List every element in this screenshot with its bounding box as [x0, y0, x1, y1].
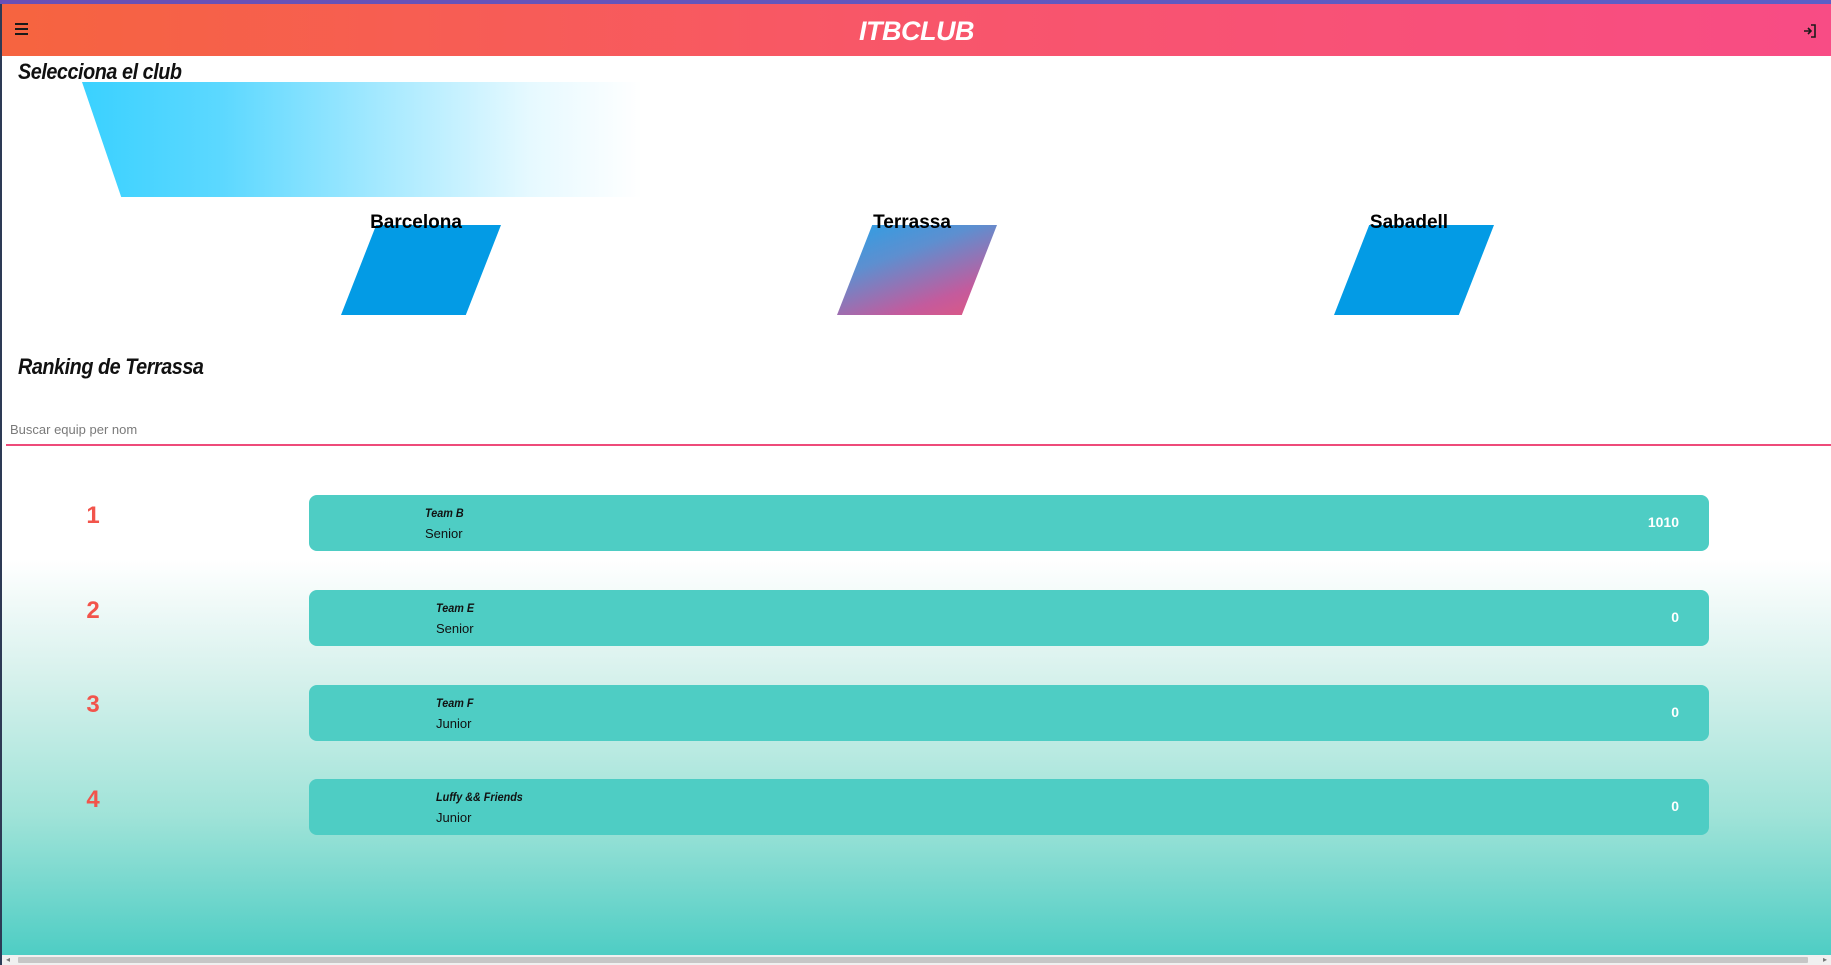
club-shape: [341, 225, 501, 315]
team-score: 0: [1671, 609, 1679, 625]
team-score: 0: [1671, 704, 1679, 720]
sign-in-icon[interactable]: [1803, 24, 1819, 38]
rank-number: 2: [86, 597, 100, 624]
club-terrassa[interactable]: Terrassa: [827, 212, 997, 322]
team-name: Team E: [436, 601, 475, 615]
decorative-banner: [82, 82, 642, 197]
club-barcelona[interactable]: Barcelona: [331, 212, 501, 322]
team-card[interactable]: Team F Junior 0: [309, 685, 1709, 741]
team-category: Senior: [425, 526, 463, 541]
team-name: Team B: [425, 506, 464, 520]
rank-number: 4: [86, 786, 100, 813]
search-field: [6, 414, 1831, 446]
club-label: Terrassa: [873, 212, 951, 233]
team-score: 0: [1671, 798, 1679, 814]
club-shape: [1334, 225, 1494, 315]
select-club-title: Selecciona el club: [18, 59, 182, 84]
horizontal-scrollbar[interactable]: ◂ ▸: [2, 955, 1831, 965]
scroll-left-icon[interactable]: ◂: [6, 956, 10, 964]
scroll-right-icon[interactable]: ▸: [1823, 956, 1827, 964]
app-header: ITBCLUB: [2, 4, 1831, 56]
team-card[interactable]: Team B Senior 1010: [309, 495, 1709, 551]
team-category: Junior: [436, 716, 472, 731]
club-label: Sabadell: [1369, 212, 1449, 233]
ranking-title: Ranking de Terrassa: [18, 354, 204, 379]
scrollbar-thumb[interactable]: [18, 957, 1808, 963]
team-name: Team F: [436, 696, 474, 710]
team-category: Junior: [436, 810, 472, 825]
rank-number: 3: [86, 691, 100, 718]
rank-number: 1: [86, 502, 100, 529]
team-category: Senior: [436, 621, 474, 636]
team-card[interactable]: Luffy && Friends Junior 0: [309, 779, 1709, 835]
team-name: Luffy && Friends: [436, 790, 523, 804]
club-shape: [837, 225, 997, 315]
search-input[interactable]: [10, 418, 910, 440]
team-score: 1010: [1647, 514, 1679, 530]
club-label: Barcelona: [370, 212, 462, 233]
club-sabadell[interactable]: Sabadell: [1324, 212, 1494, 322]
team-card[interactable]: Team E Senior 0: [309, 590, 1709, 646]
app-title: ITBCLUB: [859, 16, 974, 46]
